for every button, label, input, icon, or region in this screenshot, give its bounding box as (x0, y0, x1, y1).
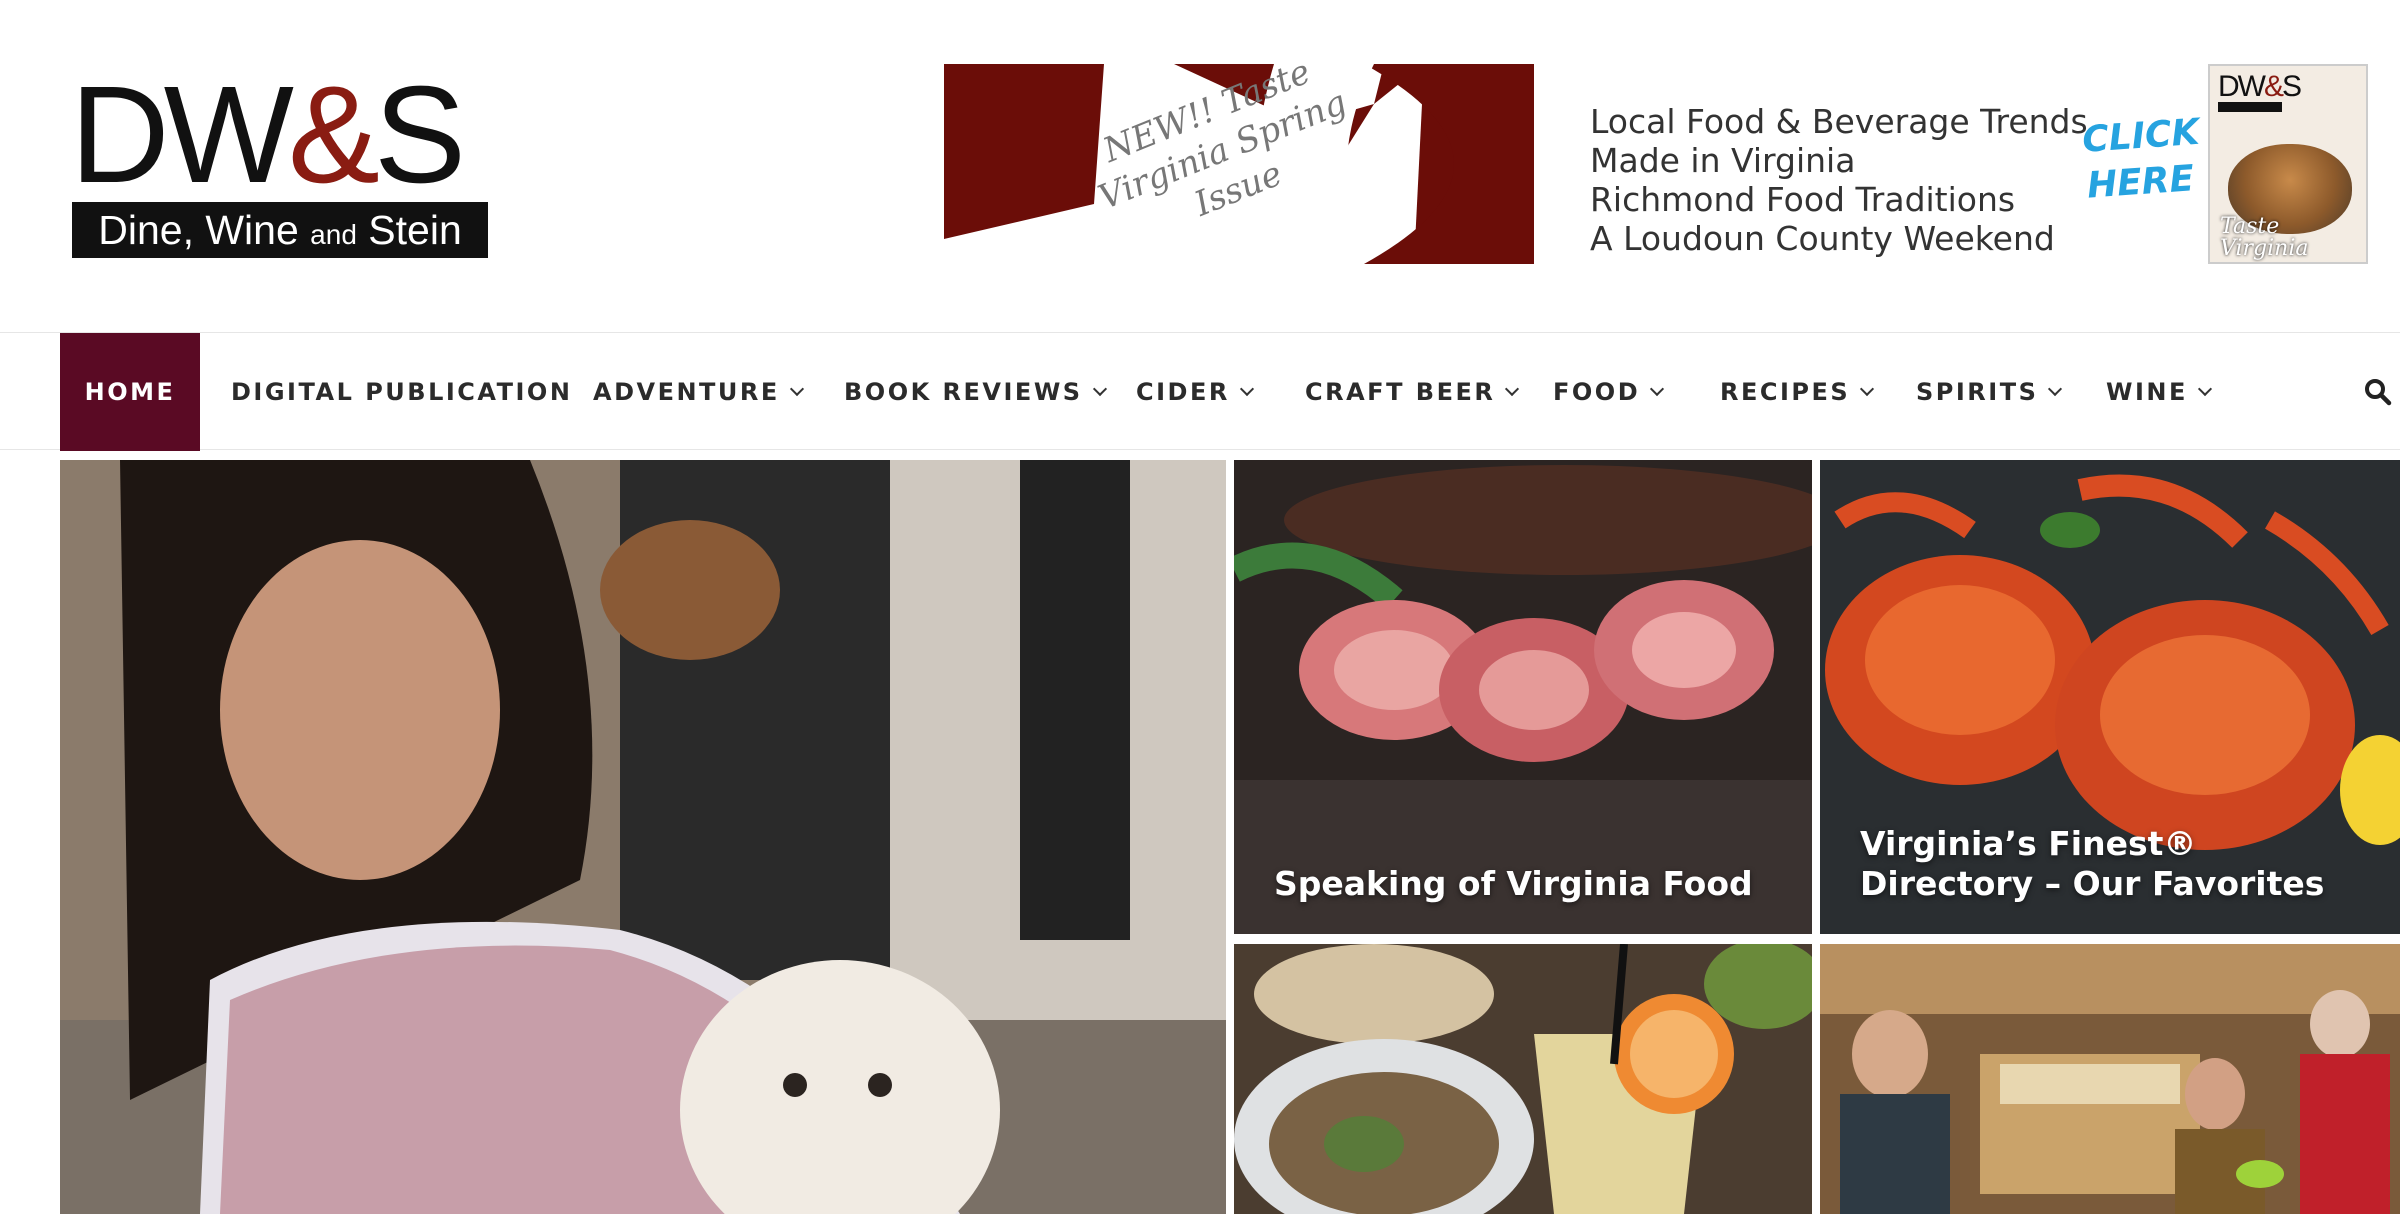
nav-item-recipes[interactable]: RECIPES (1720, 333, 1875, 451)
cta-line: CLICK (2081, 111, 2201, 161)
banner-headline: Richmond Food Traditions (1590, 180, 2016, 219)
nav-item-home[interactable]: HOME (60, 333, 200, 451)
chevron-down-icon (2197, 381, 2212, 397)
cta-line: HERE (2085, 158, 2196, 207)
magazine-logo-bar (2218, 102, 2282, 112)
logo-name-stein: Stein (368, 207, 462, 253)
ham-image (1234, 460, 1812, 934)
banner-headline: Local Food & Beverage Trends (1590, 102, 2088, 141)
magazine-title-line: Virginia (2220, 236, 2309, 261)
nav-item-label: ADVENTURE (593, 378, 780, 406)
site-logo[interactable]: DW&S Dine, Wine and Stein (70, 66, 490, 260)
nav-item-label: WINE (2106, 378, 2188, 406)
nav-item-wine[interactable]: WINE (2106, 333, 2212, 451)
nav-item-label: BOOK REVIEWS (844, 378, 1083, 406)
featured-post-cocktail[interactable] (1234, 944, 1812, 1214)
nav-item-label: FOOD (1553, 378, 1641, 406)
featured-post-virginias-finest-directory[interactable]: Virginia’s Finest® Directory – Our Favor… (1820, 460, 2400, 934)
chevron-down-icon (2048, 381, 2063, 397)
main-navigation: HOME DIGITAL PUBLICATION ADVENTURE BOOK … (0, 332, 2400, 451)
banner-headline: Made in Virginia (1590, 141, 1856, 180)
chevron-down-icon (1505, 381, 1520, 397)
banner-headline: A Loudoun County Weekend (1590, 219, 2055, 258)
logo-s: S (373, 58, 466, 212)
promo-banner[interactable]: NEW!! Taste Virginia Spring Issue Local … (944, 64, 2369, 264)
market-crowd-image (1820, 944, 2400, 1214)
banner-headlines: Local Food & Beverage Trends Made in Vir… (1590, 102, 2088, 258)
chevron-down-icon (1650, 381, 1665, 397)
nav-item-digital-publication[interactable]: DIGITAL PUBLICATION (231, 333, 572, 451)
chevron-down-icon (1239, 381, 1254, 397)
nav-item-cider[interactable]: CIDER (1136, 333, 1254, 451)
nav-item-label: CRAFT BEER (1305, 378, 1496, 406)
click-here-link[interactable]: CLICK HERE (2081, 110, 2201, 209)
nav-item-label: CIDER (1136, 378, 1230, 406)
logo-name-dine-wine: Dine, Wine (98, 207, 299, 253)
magazine-cover-thumbnail[interactable]: DW&S Taste Virginia (2208, 64, 2368, 264)
nav-item-adventure[interactable]: ADVENTURE (593, 333, 804, 451)
nav-item-label: HOME (84, 378, 176, 406)
featured-post-market[interactable] (1820, 944, 2400, 1214)
featured-post-main[interactable] (60, 460, 1226, 1214)
logo-wordmark: DW&S (70, 66, 490, 204)
nav-item-label: DIGITAL PUBLICATION (231, 378, 573, 406)
logo-name-bar: Dine, Wine and Stein (72, 202, 488, 258)
magazine-cover-title: Taste Virginia (2220, 216, 2309, 260)
food-cocktail-image (1234, 944, 1812, 1214)
magazine-logo-dw: DW (2218, 70, 2266, 103)
logo-ampersand: & (287, 58, 380, 212)
featured-main-image (60, 460, 1226, 1214)
chevron-down-icon (1092, 381, 1107, 397)
nav-item-label: SPIRITS (1916, 378, 2039, 406)
search-icon[interactable] (2364, 378, 2392, 406)
magazine-title-line: Taste (2220, 214, 2280, 239)
magazine-logo-ampersand: & (2263, 70, 2284, 103)
post-title[interactable]: Virginia’s Finest® Directory – Our Favor… (1860, 824, 2370, 904)
nav-item-book-reviews[interactable]: BOOK REVIEWS (844, 333, 1107, 451)
nav-item-food[interactable]: FOOD (1553, 333, 1665, 451)
logo-name-and: and (310, 219, 357, 250)
logo-dw: DW (70, 58, 294, 212)
nav-item-spirits[interactable]: SPIRITS (1916, 333, 2063, 451)
magazine-logo-s: S (2282, 70, 2302, 103)
nav-item-craft-beer[interactable]: CRAFT BEER (1305, 333, 1520, 451)
chevron-down-icon (789, 381, 804, 397)
post-title[interactable]: Speaking of Virginia Food (1274, 864, 1782, 904)
nav-item-label: RECIPES (1720, 378, 1851, 406)
chevron-down-icon (1860, 381, 1875, 397)
magazine-logo: DW&S (2218, 70, 2302, 103)
featured-post-speaking-of-virginia-food[interactable]: Speaking of Virginia Food (1234, 460, 1812, 934)
